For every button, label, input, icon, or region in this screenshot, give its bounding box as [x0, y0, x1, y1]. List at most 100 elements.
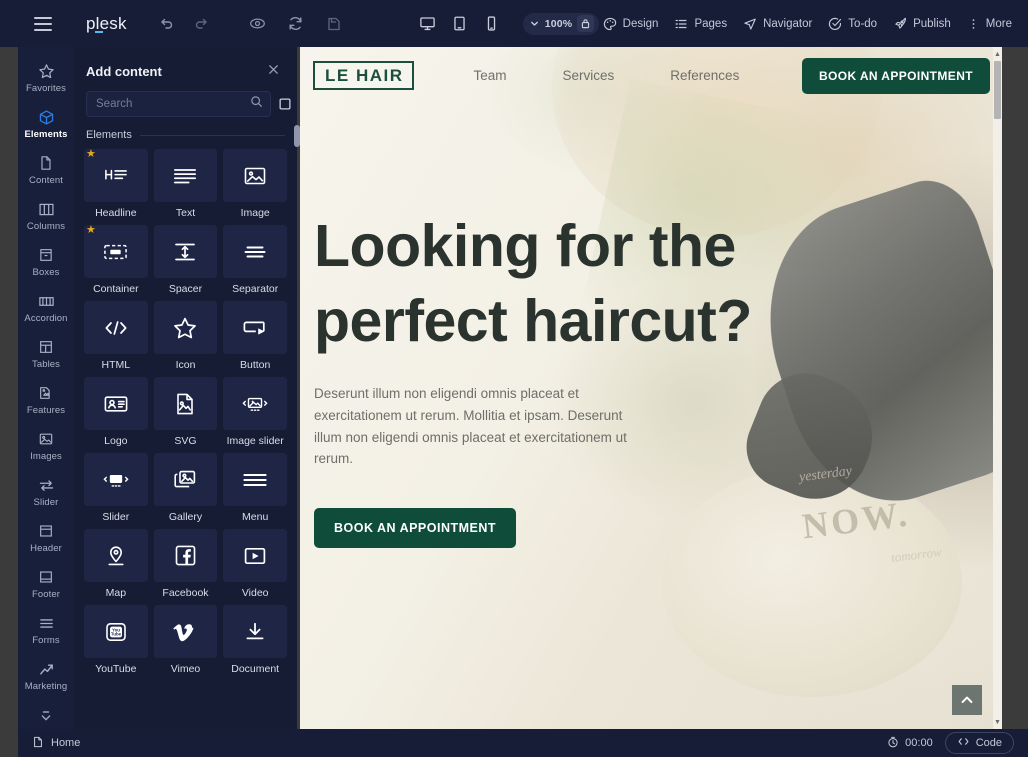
publish-button[interactable]: Publish — [893, 17, 951, 31]
window-edge-left — [0, 0, 18, 757]
sidebar-item-header[interactable]: Header — [18, 515, 74, 561]
features-icon — [38, 384, 54, 402]
element-tile-headline[interactable]: ★ Headline — [84, 149, 148, 219]
publish-label: Publish — [913, 17, 951, 30]
tile-icon-box — [84, 529, 148, 582]
preview-eye-icon[interactable] — [243, 9, 273, 39]
rocket-icon — [895, 17, 907, 29]
reload-icon[interactable] — [281, 9, 311, 39]
scroll-up-arrow[interactable]: ▲ — [993, 49, 1002, 59]
sidebar-item-columns[interactable]: Columns — [18, 193, 74, 239]
hamburger-icon[interactable] — [22, 16, 64, 31]
redo-icon[interactable] — [187, 9, 217, 39]
code-button[interactable]: Code — [944, 732, 1014, 754]
zoom-control[interactable]: 100% — [522, 12, 600, 35]
element-tile-slider[interactable]: Slider — [84, 453, 148, 523]
favorite-star-icon: ★ — [86, 224, 96, 236]
tile-icon-box — [153, 529, 218, 582]
list-view-icon[interactable] — [278, 96, 292, 113]
element-tile-html[interactable]: HTML — [84, 301, 148, 371]
separator-icon — [244, 246, 266, 257]
tablet-icon[interactable] — [447, 11, 473, 37]
pages-button[interactable]: Pages — [674, 17, 727, 31]
element-tile-document[interactable]: Document — [223, 605, 287, 675]
save-icon[interactable] — [319, 9, 349, 39]
nav-book-appointment-button[interactable]: BOOK AN APPOINTMENT — [801, 57, 990, 94]
sidebar-item-boxes[interactable]: Boxes — [18, 239, 74, 285]
sidebar-item-accordion[interactable]: Accordion — [18, 285, 74, 331]
accordion-icon — [38, 292, 55, 310]
button-icon — [243, 321, 265, 335]
sidebar-item-footer[interactable]: Footer — [18, 561, 74, 607]
sidebar-item-elements[interactable]: Elements — [18, 101, 74, 147]
element-tile-gallery[interactable]: Gallery — [153, 453, 218, 523]
hero-book-appointment-button[interactable]: BOOK AN APPOINTMENT — [314, 508, 517, 549]
scroll-down-arrow[interactable]: ▼ — [993, 717, 1002, 727]
site-logo[interactable]: LE HAIR — [313, 61, 414, 90]
element-tile-image[interactable]: Image — [223, 149, 287, 219]
menu-icon — [243, 473, 267, 486]
pages-label: Pages — [694, 17, 728, 30]
element-tile-icon[interactable]: Icon — [153, 301, 218, 371]
element-tile-separator[interactable]: Separator — [223, 225, 287, 295]
element-tile-map[interactable]: Map — [84, 529, 148, 599]
tile-icon-box — [153, 605, 218, 658]
header-icon — [38, 522, 54, 540]
sidebar-item-slider[interactable]: Slider — [18, 469, 74, 515]
search-icon[interactable] — [250, 95, 263, 113]
element-tile-text[interactable]: Text — [153, 149, 218, 219]
element-tile-vimeo[interactable]: Vimeo — [153, 605, 218, 675]
document-icon — [38, 154, 54, 172]
lock-icon[interactable] — [577, 15, 595, 32]
sidebar-item-forms[interactable]: Forms — [18, 607, 74, 653]
sidebar-item-tables[interactable]: Tables — [18, 331, 74, 377]
sidebar-label-footer: Footer — [31, 589, 61, 600]
todo-button[interactable]: To-do — [828, 17, 877, 31]
sidebar-item-favorites[interactable]: Favorites — [18, 55, 74, 101]
element-tile-button[interactable]: Button — [223, 301, 287, 371]
more-button[interactable]: More — [967, 17, 1012, 31]
element-tile-image-slider[interactable]: Image slider — [223, 377, 287, 447]
plesk-logo[interactable]: plesk — [86, 14, 127, 34]
navigator-button[interactable]: Navigator — [743, 17, 812, 31]
panel-header: Add content — [74, 47, 297, 81]
nav-link-services[interactable]: Services — [563, 68, 615, 83]
element-tile-video[interactable]: Video — [223, 529, 287, 599]
chevron-down-icon[interactable] — [37, 699, 55, 733]
tile-icon-box: ★ — [84, 149, 148, 202]
element-tile-youtube[interactable]: You Tube YouTube — [84, 605, 148, 675]
box-icon — [38, 246, 54, 264]
undo-icon[interactable] — [151, 9, 181, 39]
element-tile-logo[interactable]: Logo — [84, 377, 148, 447]
close-icon[interactable] — [264, 61, 283, 81]
scroll-to-top-button[interactable] — [952, 685, 982, 715]
tile-label: Image slider — [226, 435, 284, 447]
desktop-icon[interactable] — [415, 11, 441, 37]
sidebar-item-content[interactable]: Content — [18, 147, 74, 193]
zoom-level: 100% — [544, 17, 573, 30]
element-tile-facebook[interactable]: Facebook — [153, 529, 218, 599]
sidebar-item-marketing[interactable]: Marketing — [18, 653, 74, 699]
sidebar-item-features[interactable]: Features — [18, 377, 74, 423]
slider-icon — [38, 476, 55, 494]
sidebar-label-slider: Slider — [33, 497, 59, 508]
preview-scrollbar[interactable]: ▲ ▼ — [993, 47, 1002, 729]
mobile-icon[interactable] — [479, 11, 505, 37]
element-tile-spacer[interactable]: Spacer — [153, 225, 218, 295]
sidebar-item-images[interactable]: Images — [18, 423, 74, 469]
element-tile-container[interactable]: ★ Container — [84, 225, 148, 295]
image-icon — [38, 430, 54, 448]
home-label[interactable]: Home — [51, 737, 80, 749]
search-input[interactable] — [96, 98, 250, 110]
element-tile-menu[interactable]: Menu — [223, 453, 287, 523]
timer-value: 00:00 — [905, 737, 933, 749]
panel-title: Add content — [86, 63, 162, 79]
search-box[interactable] — [86, 91, 271, 117]
element-tile-svg[interactable]: SVG — [153, 377, 218, 447]
nav-link-team[interactable]: Team — [474, 68, 507, 83]
dots-vertical-icon — [972, 18, 975, 29]
design-button[interactable]: Design — [603, 17, 658, 31]
nav-link-references[interactable]: References — [670, 68, 739, 83]
tile-icon-box — [153, 453, 218, 506]
scrollbar-thumb[interactable] — [994, 61, 1001, 119]
